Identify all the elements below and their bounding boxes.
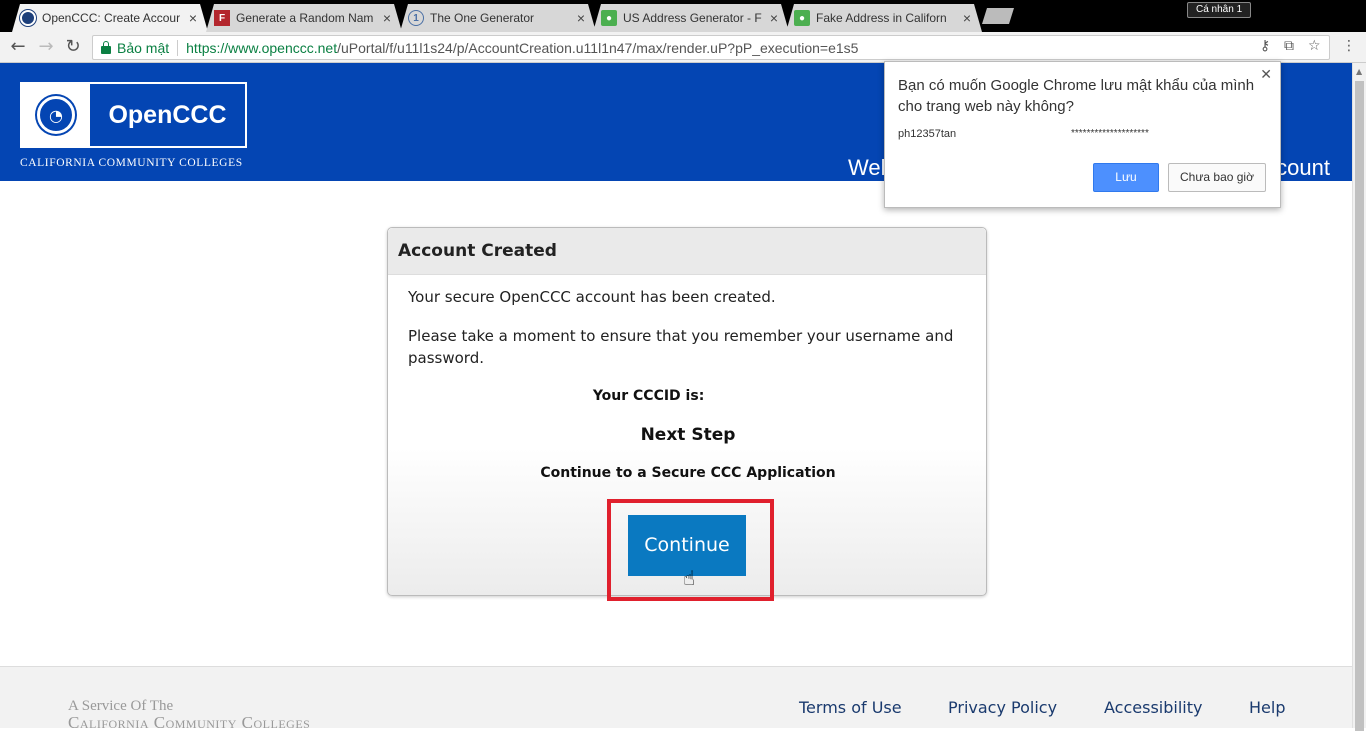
tab-title: Fake Address in Californ bbox=[816, 11, 947, 25]
scrollbar-thumb[interactable] bbox=[1355, 81, 1364, 731]
url-path: /uPortal/f/u11l1s24/p/AccountCreation.u1… bbox=[337, 39, 859, 56]
never-save-button[interactable]: Chưa bao giờ bbox=[1168, 163, 1266, 192]
tab-us-address[interactable]: ● US Address Generator - F × bbox=[593, 4, 789, 32]
openccc-favicon-icon bbox=[20, 10, 36, 26]
footer-ccc-text: California Community Colleges bbox=[68, 713, 311, 732]
scroll-up-icon[interactable]: ▲ bbox=[1356, 67, 1362, 76]
hand-cursor-icon: ☝ bbox=[683, 566, 696, 590]
map-pin-favicon-icon: ● bbox=[601, 10, 617, 26]
browser-toolbar: ← → ↻ Bảo mật https://www.openccc.net/uP… bbox=[0, 32, 1366, 63]
logo-name: OpenCCC bbox=[108, 100, 227, 129]
secure-label: Bảo mật bbox=[117, 39, 170, 56]
one-favicon-icon: 1 bbox=[408, 10, 424, 26]
address-bar[interactable]: Bảo mật https://www.openccc.net/uPortal/… bbox=[92, 35, 1330, 60]
translate-icon[interactable]: ⧉ bbox=[1284, 38, 1294, 54]
f-favicon-icon: F bbox=[214, 10, 230, 26]
seal-icon: ◔ bbox=[22, 84, 90, 146]
tab-fake-address[interactable]: ● Fake Address in Californ × bbox=[786, 4, 982, 32]
map-pin-favicon-icon: ● bbox=[794, 10, 810, 26]
tab-title: US Address Generator - F bbox=[623, 11, 762, 25]
close-icon[interactable]: × bbox=[767, 10, 781, 26]
tab-openccc[interactable]: OpenCCC: Create Accour × bbox=[12, 4, 208, 32]
profile-button[interactable]: Cá nhân 1 bbox=[1187, 2, 1252, 18]
close-icon[interactable]: ✕ bbox=[1260, 66, 1272, 83]
site-footer: A Service Of The California Community Co… bbox=[0, 666, 1352, 732]
tab-random-name[interactable]: F Generate a Random Nam × bbox=[206, 4, 402, 32]
close-icon[interactable]: × bbox=[960, 10, 974, 26]
save-password-button[interactable]: Lưu bbox=[1093, 163, 1159, 192]
terms-link[interactable]: Terms of Use bbox=[799, 698, 902, 717]
save-password-message: Bạn có muốn Google Chrome lưu mật khẩu c… bbox=[898, 77, 1255, 115]
tab-title: OpenCCC: Create Accour bbox=[42, 11, 181, 25]
card-title: Account Created bbox=[388, 228, 986, 275]
back-arrow-icon[interactable]: ← bbox=[8, 37, 28, 57]
cccid-row: Your CCCID is: bbox=[388, 388, 988, 404]
forward-arrow-icon[interactable]: → bbox=[36, 37, 56, 57]
accessibility-link[interactable]: Accessibility bbox=[1104, 698, 1202, 717]
url-text[interactable]: https://www.openccc.net/uPortal/f/u11l1s… bbox=[186, 40, 858, 56]
saved-password-mask: ******************** bbox=[1071, 128, 1149, 139]
divider bbox=[177, 39, 179, 56]
new-tab-button[interactable] bbox=[982, 8, 1014, 24]
tab-title: The One Generator bbox=[430, 11, 535, 25]
privacy-link[interactable]: Privacy Policy bbox=[948, 698, 1057, 717]
welcome-text-start: Wel bbox=[848, 155, 886, 180]
created-message: Your secure OpenCCC account has been cre… bbox=[408, 288, 776, 306]
close-icon[interactable]: × bbox=[380, 10, 394, 26]
remember-message: Please take a moment to ensure that you … bbox=[408, 327, 954, 367]
save-password-bubble: Bạn có muốn Google Chrome lưu mật khẩu c… bbox=[884, 61, 1281, 208]
cccid-label: Your CCCID is: bbox=[592, 388, 705, 404]
openccc-logo[interactable]: ◔ OpenCCC bbox=[20, 82, 247, 148]
menu-icon[interactable]: ⋮ bbox=[1342, 38, 1356, 54]
page-scrollbar[interactable]: ▲ bbox=[1352, 63, 1366, 731]
close-icon[interactable]: × bbox=[186, 10, 200, 26]
tab-title: Generate a Random Nam bbox=[236, 11, 374, 25]
help-link[interactable]: Help bbox=[1249, 698, 1285, 717]
tab-strip: OpenCCC: Create Accour × F Generate a Ra… bbox=[0, 0, 1366, 32]
welcome-text-end: count bbox=[1276, 155, 1330, 180]
reload-icon[interactable]: ↻ bbox=[63, 37, 83, 57]
lock-icon bbox=[101, 40, 111, 54]
cccid-value-redacted bbox=[709, 390, 784, 402]
next-step-heading: Next Step bbox=[640, 425, 736, 445]
bookmark-star-icon[interactable]: ☆ bbox=[1308, 38, 1321, 54]
close-icon[interactable]: × bbox=[574, 10, 588, 26]
tab-one-generator[interactable]: 1 The One Generator × bbox=[400, 4, 596, 32]
url-host: https://www.openccc.net bbox=[186, 39, 338, 56]
continue-instruction: Continue to a Secure CCC Application bbox=[540, 465, 836, 481]
logo-tagline: CALIFORNIA COMMUNITY COLLEGES bbox=[20, 157, 243, 169]
saved-username: ph12357tan bbox=[898, 128, 957, 140]
key-icon[interactable]: ⚷ bbox=[1260, 38, 1270, 54]
